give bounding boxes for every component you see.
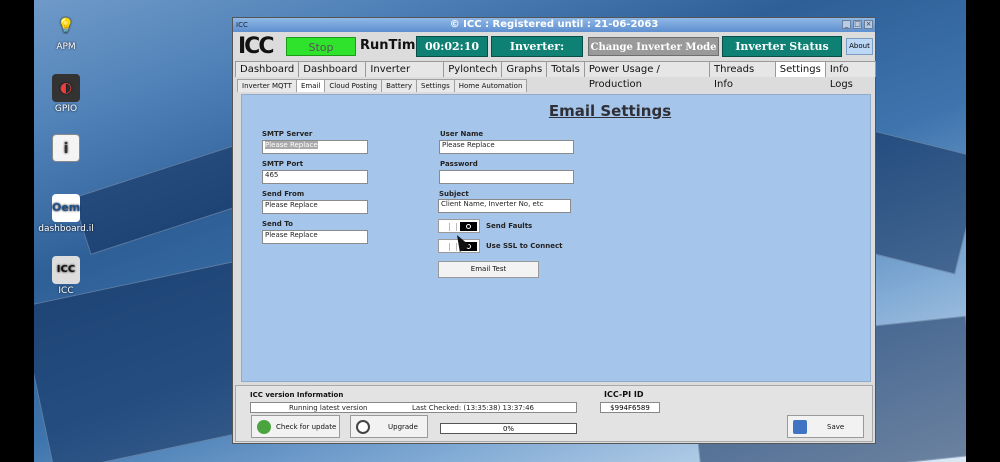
lightbulb-icon: 💡 — [57, 18, 75, 34]
save-label: Save — [827, 423, 845, 431]
left-black-border — [0, 0, 34, 462]
maximize-icon[interactable]: □ — [853, 20, 862, 29]
main-tabs: Dashboard Dashboard 2 Inverter Values Py… — [235, 61, 876, 90]
desktop-icon-label: dashboard.il — [38, 224, 94, 234]
page-title: Email Settings — [548, 102, 672, 120]
upgrade-progress-bar: 0% — [440, 423, 577, 434]
pi-id-title: ICC-PI ID — [604, 390, 644, 399]
upgrade-label: Upgrade — [388, 423, 418, 431]
tab-threads-info[interactable]: Threads Info — [709, 61, 776, 90]
oem-icon: Oem — [52, 194, 80, 222]
send-faults-toggle[interactable] — [438, 219, 480, 233]
window-controls: _ □ × — [842, 20, 873, 29]
minimize-icon[interactable]: _ — [842, 20, 851, 29]
save-button[interactable]: Save — [787, 415, 864, 438]
send-from-input[interactable]: Please Replace — [262, 200, 368, 214]
desktop-icon-icc[interactable]: ICC ICC — [34, 256, 98, 296]
close-icon[interactable]: × — [864, 20, 873, 29]
tab-settings[interactable]: Settings — [774, 61, 826, 77]
update-globe-icon — [257, 420, 271, 434]
username-label: User Name — [440, 130, 484, 138]
last-checked: Last Checked: (13:35:38) 13:37:46 — [412, 404, 534, 412]
subtab-cloud-posting[interactable]: Cloud Posting — [324, 79, 383, 92]
send-faults-label: Send Faults — [486, 222, 533, 230]
send-to-label: Send To — [262, 220, 293, 228]
progress-text: 0% — [502, 425, 515, 433]
inverter-status-button[interactable]: Inverter Status — [722, 36, 842, 57]
desktop-icon-apm[interactable]: 💡 APM — [34, 12, 98, 52]
subtab-inverter-mqtt[interactable]: Inverter MQTT — [237, 79, 297, 92]
runtime-value: 00:02:10 — [416, 36, 488, 57]
email-settings-panel: Email Settings SMTP Server Please Replac… — [241, 94, 871, 382]
tab-dashboard-2[interactable]: Dashboard 2 — [298, 61, 367, 90]
smtp-port-input[interactable]: 465 — [262, 170, 368, 184]
desktop-icon-dashboard[interactable]: Oem dashboard.il — [34, 194, 98, 234]
tab-pylontech[interactable]: Pylontech — [443, 61, 503, 77]
smtp-server-label: SMTP Server — [262, 130, 313, 138]
window-titlebar[interactable]: ICC © ICC : Registered until : 21-06-206… — [233, 18, 875, 32]
email-test-button[interactable]: Email Test — [438, 261, 539, 278]
tab-inverter-values[interactable]: Inverter Values — [365, 61, 445, 90]
desktop-icon-label: APM — [56, 42, 76, 52]
toggle-knob-icon — [460, 222, 477, 231]
settings-subtabs: Inverter MQTT Email Cloud Posting Batter… — [237, 79, 528, 92]
use-ssl-label: Use SSL to Connect — [486, 242, 563, 250]
subtab-battery[interactable]: Battery — [381, 79, 418, 92]
right-black-border — [966, 0, 1000, 462]
subject-input[interactable]: Client Name, Inverter No, etc — [438, 199, 571, 213]
password-input[interactable] — [439, 170, 574, 184]
send-to-input[interactable]: Please Replace — [262, 230, 368, 244]
tab-power-usage[interactable]: Power Usage / Production — [583, 61, 711, 90]
pi-id-value: $994F6589 — [600, 402, 660, 413]
subject-label: Subject — [439, 190, 469, 198]
username-input[interactable]: Please Replace — [439, 140, 574, 154]
tab-totals[interactable]: Totals — [546, 61, 585, 77]
version-status: Running latest version — [289, 404, 368, 412]
toggle-switch-icon: ◐ — [52, 74, 80, 102]
footer-panel: ICC version Information Running latest v… — [235, 385, 873, 442]
subtab-home-automation[interactable]: Home Automation — [453, 79, 528, 92]
icc-logo: ICC — [238, 34, 275, 59]
desktop-icon-label: GPIO — [54, 104, 78, 114]
tab-info-logs[interactable]: Info Logs — [824, 61, 876, 90]
main-toolbar: ICC Stop RunTime 00:02:10 Inverter: 49.0… — [233, 33, 875, 72]
subtab-settings[interactable]: Settings — [416, 79, 455, 92]
password-label: Password — [440, 160, 478, 168]
tab-graphs[interactable]: Graphs — [501, 61, 548, 77]
stop-button[interactable]: Stop — [286, 37, 356, 56]
icc-window: ICC © ICC : Registered until : 21-06-206… — [232, 17, 876, 444]
floppy-disk-icon — [793, 420, 807, 434]
runtime-label: RunTime — [360, 38, 425, 53]
desktop-icon-label: ICC — [58, 286, 74, 296]
upgrade-refresh-icon — [356, 420, 370, 434]
smtp-port-label: SMTP Port — [262, 160, 304, 168]
about-button[interactable]: About — [846, 38, 873, 55]
change-inverter-mode-button[interactable]: Change Inverter Mode — [588, 37, 719, 56]
desktop-icon-gpio[interactable]: ◐ GPIO — [34, 74, 98, 114]
toggle-grip-icon — [449, 223, 457, 231]
version-info-box: Running latest version Last Checked: (13… — [250, 402, 577, 413]
subtab-email[interactable]: Email — [295, 79, 326, 92]
send-from-label: Send From — [262, 190, 305, 198]
tab-dashboard[interactable]: Dashboard — [235, 61, 300, 77]
check-update-label: Check for update — [276, 423, 337, 431]
icc-logo-icon: ICC — [52, 256, 80, 284]
info-book-icon: i — [52, 134, 80, 162]
smtp-server-input[interactable]: Please Replace — [262, 140, 368, 154]
window-title: © ICC : Registered until : 21-06-2063 — [449, 19, 659, 30]
check-update-button[interactable]: Check for update — [251, 415, 340, 438]
upgrade-button[interactable]: Upgrade — [350, 415, 428, 438]
version-info-title: ICC version Information — [250, 391, 344, 399]
inverter-temperature: Inverter: 49.0°C — [491, 36, 583, 72]
desktop-icon-info[interactable]: i — [34, 134, 98, 164]
